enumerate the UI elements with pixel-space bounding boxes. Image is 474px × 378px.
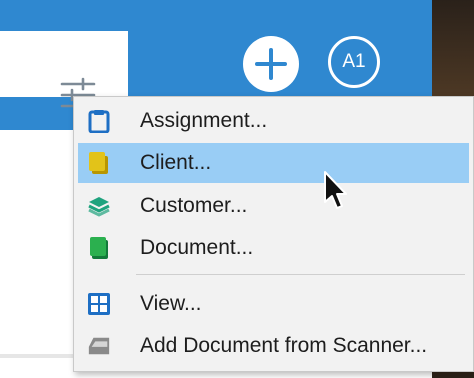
search-box[interactable] [0, 31, 128, 113]
left-panel [0, 130, 74, 378]
mouse-pointer-icon [324, 171, 347, 209]
avatar-initials: A1 [342, 51, 366, 72]
menu-item-label: Assignment... [140, 109, 268, 132]
user-avatar[interactable]: A1 [328, 36, 380, 88]
menu-item-assignment[interactable]: Assignment... [78, 101, 469, 141]
scanner-icon [87, 334, 111, 358]
panel-divider [0, 354, 74, 358]
clipboard-icon [87, 109, 111, 133]
client-folder-icon [87, 151, 111, 175]
menu-item-add-document-from-scanner[interactable]: Add Document from Scanner... [78, 326, 469, 366]
layers-icon [87, 194, 111, 218]
menu-separator [136, 274, 465, 275]
add-button[interactable] [243, 36, 299, 92]
menu-item-customer[interactable]: Customer... [78, 186, 469, 226]
menu-item-view[interactable]: View... [78, 284, 469, 324]
menu-item-label: Document... [140, 236, 254, 259]
menu-item-client[interactable]: Client... [78, 143, 469, 183]
menu-item-label: Add Document from Scanner... [140, 334, 428, 357]
document-book-icon [87, 236, 111, 260]
menu-item-label: View... [140, 292, 202, 315]
new-item-context-menu: Assignment... Client... Customer... Docu… [73, 96, 474, 372]
plus-icon [255, 48, 287, 80]
menu-item-label: Customer... [140, 194, 248, 217]
menu-item-document[interactable]: Document... [78, 228, 469, 268]
menu-item-label: Client... [140, 151, 212, 174]
grid-view-icon [87, 292, 111, 316]
